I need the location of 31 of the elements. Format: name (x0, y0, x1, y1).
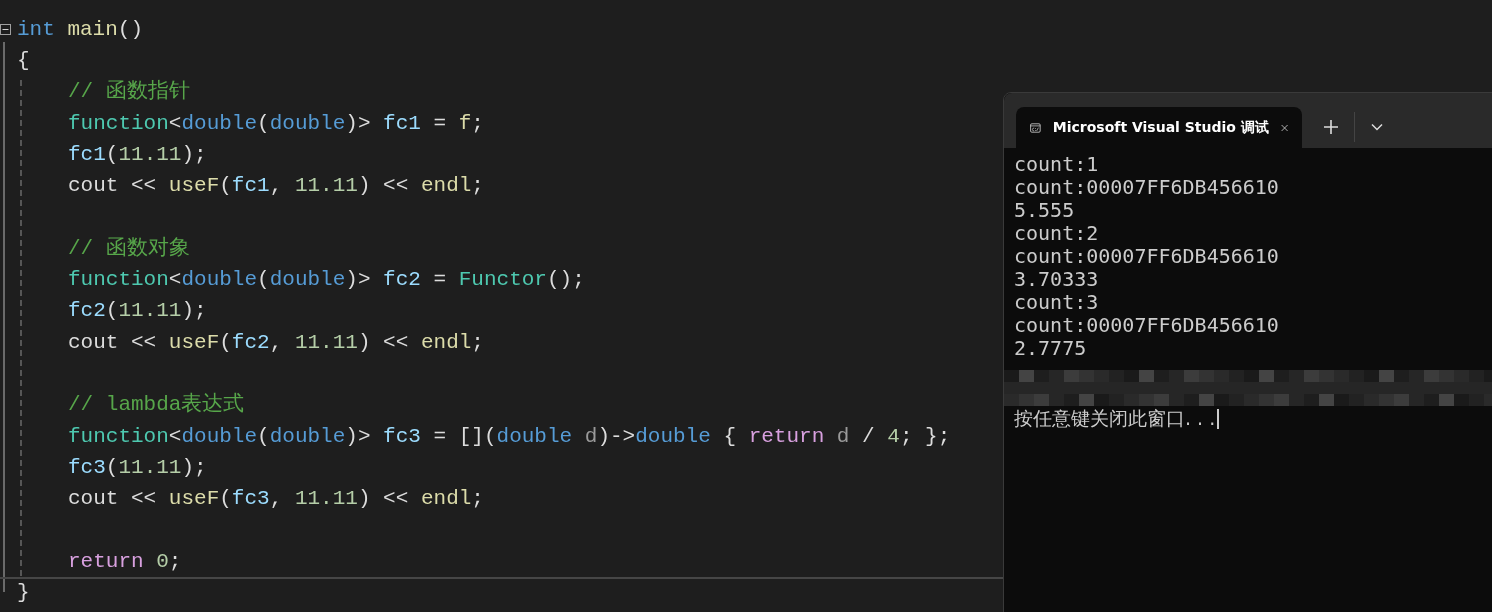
output-line: count:00007FF6DB456610 (1014, 245, 1280, 268)
code-line: // 函数指针 (68, 79, 190, 106)
output-line: 按任意键关闭此窗口. . . (1014, 406, 1216, 431)
code-line: cout << useF(fc2, 11.11) << endl; (68, 329, 484, 356)
output-line: 2.7775 (1014, 337, 1088, 360)
code-line: return 0; (68, 548, 182, 575)
output-line: count:00007FF6DB456610 (1014, 314, 1280, 337)
output-line: 3.70333 (1014, 268, 1100, 291)
code-line: function<double(double)> fc2 = Functor(); (68, 267, 585, 293)
collapse-icon[interactable] (0, 24, 11, 35)
output-line: count:2 (1014, 222, 1100, 245)
code-line: } (17, 580, 30, 607)
code-line: // lambda表达式 (68, 392, 245, 419)
output-line: 5.555 (1014, 199, 1076, 222)
code-line: // 函数对象 (68, 235, 190, 262)
chevron-down-icon[interactable] (1371, 123, 1383, 131)
plus-icon[interactable] (1324, 120, 1338, 134)
code-line: { (17, 47, 30, 74)
code-line: fc1(11.11); (68, 141, 207, 168)
text-cursor (1217, 409, 1220, 429)
code-line: fc3(11.11); (68, 454, 207, 481)
code-line: function<double(double)> fc3 = [](double d)->double { return d / 4; }; (68, 423, 951, 450)
code-line: fc2(11.11); (68, 298, 207, 325)
output-line: count:00007FF6DB456610 (1014, 176, 1280, 199)
code-line: int main() (17, 16, 144, 43)
output-line: count:1 (1014, 153, 1100, 176)
terminal-tab[interactable]: Microsoft Visual Studio 调试 (1016, 107, 1302, 148)
code-line: cout << useF(fc3, 11.11) << endl; (68, 486, 484, 513)
code-line: cout << useF(fc1, 11.11) << endl; (68, 173, 484, 200)
code-line: function<double(double)> fc1 = f; (68, 110, 484, 137)
output-line: count:3 (1014, 291, 1100, 314)
